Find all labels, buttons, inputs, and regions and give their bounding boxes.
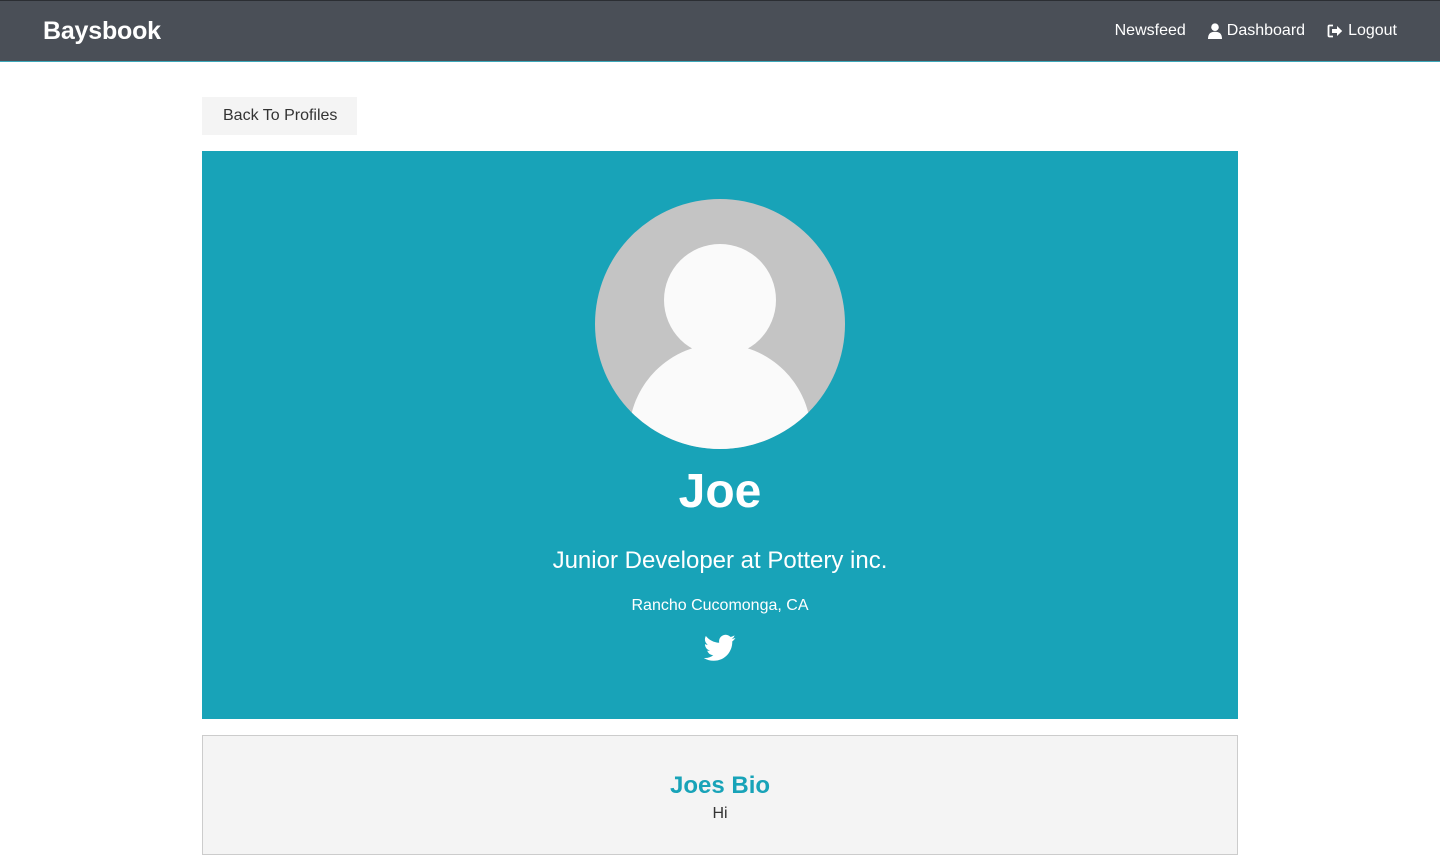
brand-logo-link[interactable]: Baysbook [43,17,161,46]
back-to-profiles-button[interactable]: Back To Profiles [202,97,358,135]
nav-links: Newsfeed Dashboard Logout [1115,22,1397,40]
nav-link-logout-label: Logout [1348,22,1397,39]
top-navbar: Baysbook Newsfeed Dashboard Logout [0,0,1440,62]
profile-job-title: Junior Developer at Pottery inc. [552,547,888,574]
user-icon [1207,23,1222,39]
nav-link-dashboard-label: Dashboard [1226,22,1306,39]
nav-link-newsfeed-label: Newsfeed [1114,22,1186,39]
bio-title: Joes Bio [669,772,771,799]
avatar-body-shape [629,344,811,449]
profile-location: Rancho Cucomonga, CA [631,597,809,614]
bio-text: Hi [712,805,728,822]
nav-link-dashboard[interactable]: Dashboard [1207,22,1306,40]
profile-header-card: Joe Junior Developer at Pottery inc. Ran… [202,151,1238,719]
bio-card: Joes Bio Hi [202,735,1238,855]
nav-link-newsfeed[interactable]: Newsfeed [1115,22,1186,40]
sign-out-icon [1327,24,1343,38]
profile-container: Back To Profiles Joe Junior Developer at… [202,97,1238,855]
default-avatar-icon [595,199,845,449]
profile-name: Joe [678,465,762,518]
avatar-head-shape [664,244,776,356]
twitter-icon[interactable] [703,634,736,662]
nav-link-logout[interactable]: Logout [1327,22,1397,40]
